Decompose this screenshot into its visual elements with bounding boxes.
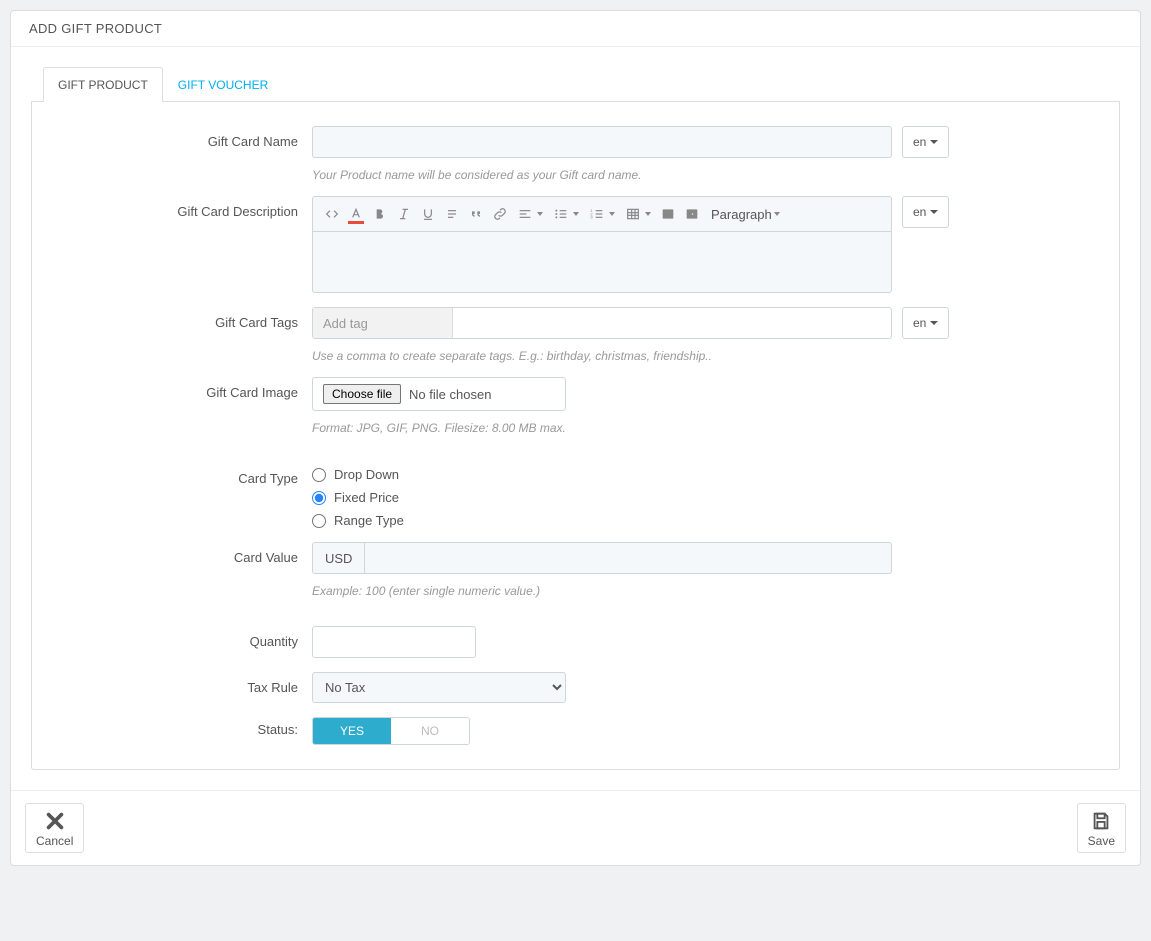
paragraph-format-button[interactable]: Paragraph: [705, 203, 786, 225]
label-card-value: Card Value: [52, 542, 312, 598]
label-gift-card-image: Gift Card Image: [52, 377, 312, 435]
italic-icon[interactable]: [393, 203, 415, 225]
editor-body[interactable]: [313, 232, 891, 292]
chevron-down-icon: [609, 212, 615, 216]
chevron-down-icon: [573, 212, 579, 216]
lang-code: en: [913, 135, 926, 149]
chevron-down-icon: [774, 212, 780, 216]
save-icon: [1090, 810, 1112, 832]
radio-range-type[interactable]: Range Type: [312, 513, 1099, 528]
status-toggle[interactable]: YES NO: [312, 717, 470, 745]
quote-icon[interactable]: [465, 203, 487, 225]
underline-icon[interactable]: [417, 203, 439, 225]
help-card-value: Example: 100 (enter single numeric value…: [312, 584, 1099, 598]
editor-toolbar: 123 Paragraph: [313, 197, 891, 232]
chevron-down-icon: [930, 321, 938, 325]
status-no[interactable]: NO: [391, 718, 469, 744]
chevron-down-icon: [930, 210, 938, 214]
radio-dropdown[interactable]: Drop Down: [312, 467, 1099, 482]
clear-format-icon[interactable]: [441, 203, 463, 225]
video-icon[interactable]: [681, 203, 703, 225]
status-yes[interactable]: YES: [313, 718, 391, 744]
label-status: Status:: [52, 717, 312, 745]
card-value-group: USD: [312, 542, 892, 574]
label-tax-rule: Tax Rule: [52, 672, 312, 703]
quantity-input[interactable]: [312, 626, 476, 658]
font-color-icon[interactable]: [345, 203, 367, 225]
code-view-icon[interactable]: [321, 203, 343, 225]
gift-card-name-input[interactable]: [312, 126, 892, 158]
file-input-wrap: Choose file No file chosen: [312, 377, 566, 411]
label-gift-card-name: Gift Card Name: [52, 126, 312, 182]
close-icon: [44, 810, 66, 832]
table-icon[interactable]: [621, 203, 655, 225]
label-quantity: Quantity: [52, 626, 312, 658]
bold-icon[interactable]: [369, 203, 391, 225]
help-image: Format: JPG, GIF, PNG. Filesize: 8.00 MB…: [312, 421, 1099, 435]
label-card-type: Card Type: [52, 463, 312, 528]
tabs: GIFT PRODUCT GIFT VOUCHER: [31, 67, 1120, 102]
numbered-list-icon[interactable]: 123: [585, 203, 619, 225]
tab-content: Gift Card Name en Your Product name will…: [31, 102, 1120, 770]
panel-footer: Cancel Save: [11, 790, 1140, 865]
image-icon[interactable]: [657, 203, 679, 225]
tax-rule-select[interactable]: No Tax: [312, 672, 566, 703]
currency-addon: USD: [313, 543, 365, 573]
chevron-down-icon: [537, 212, 543, 216]
label-gift-card-tags: Gift Card Tags: [52, 307, 312, 363]
card-value-input[interactable]: [365, 543, 891, 573]
chevron-down-icon: [645, 212, 651, 216]
lang-selector-tags[interactable]: en: [902, 307, 949, 339]
help-gift-card-name: Your Product name will be considered as …: [312, 168, 1099, 182]
bullet-list-icon[interactable]: [549, 203, 583, 225]
chevron-down-icon: [930, 140, 938, 144]
svg-text:3: 3: [590, 215, 593, 220]
cancel-button[interactable]: Cancel: [25, 803, 84, 853]
choose-file-button[interactable]: Choose file: [323, 384, 401, 404]
file-status: No file chosen: [409, 387, 491, 402]
add-gift-product-panel: ADD GIFT PRODUCT GIFT PRODUCT GIFT VOUCH…: [10, 10, 1141, 866]
link-icon[interactable]: [489, 203, 511, 225]
panel-title: ADD GIFT PRODUCT: [11, 11, 1140, 47]
tags-placeholder: Add tag: [313, 308, 453, 338]
rich-text-editor: 123 Paragraph: [312, 196, 892, 293]
help-tags: Use a comma to create separate tags. E.g…: [312, 349, 1099, 363]
tags-input[interactable]: Add tag: [312, 307, 892, 339]
radio-fixed-price[interactable]: Fixed Price: [312, 490, 1099, 505]
lang-selector-description[interactable]: en: [902, 196, 949, 228]
label-gift-card-description: Gift Card Description: [52, 196, 312, 293]
lang-selector-name[interactable]: en: [902, 126, 949, 158]
tab-gift-product[interactable]: GIFT PRODUCT: [43, 67, 163, 102]
tab-gift-voucher[interactable]: GIFT VOUCHER: [163, 67, 283, 102]
save-button[interactable]: Save: [1077, 803, 1126, 853]
align-icon[interactable]: [513, 203, 547, 225]
